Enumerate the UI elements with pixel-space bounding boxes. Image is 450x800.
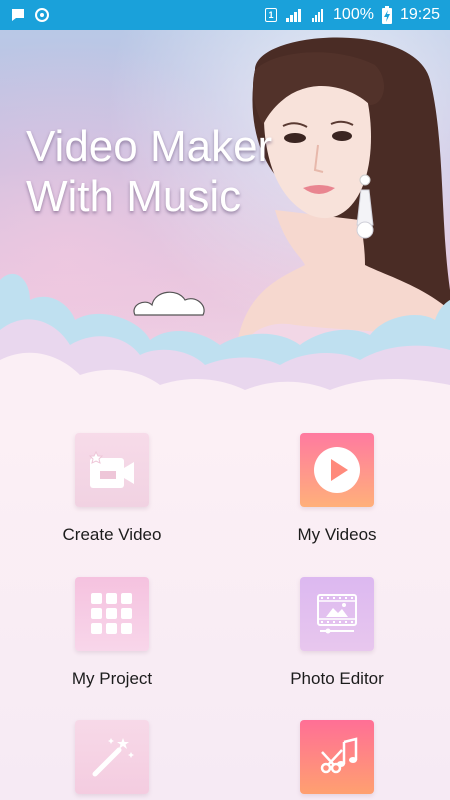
grid-icon	[91, 593, 132, 634]
magic-wand-icon	[92, 738, 134, 777]
sync-notification-icon	[35, 8, 49, 22]
app-title-line2: With Music	[26, 172, 242, 221]
status-bar: 1 100% 19:25	[0, 0, 450, 30]
effects-button[interactable]	[12, 720, 212, 794]
music-cut-button[interactable]	[237, 720, 437, 794]
chat-notification-icon	[12, 9, 24, 21]
my-project-label: My Project	[71, 669, 153, 688]
sim-indicator: 1	[265, 8, 278, 22]
play-icon	[314, 447, 360, 493]
hero-banner: Video Maker With Music	[0, 30, 450, 420]
video-camera-icon	[88, 450, 134, 488]
photo-editor-tile[interactable]	[300, 577, 374, 651]
my-videos-tile[interactable]	[300, 433, 374, 507]
battery-percent: 100%	[333, 6, 374, 23]
create-video-label: Create Video	[62, 525, 162, 544]
my-videos-label: My Videos	[297, 525, 377, 544]
clock: 19:25	[399, 6, 440, 23]
battery-charging-icon	[381, 6, 392, 24]
music-cut-tile[interactable]	[300, 720, 374, 794]
film-image-icon	[317, 594, 357, 634]
my-project-tile[interactable]	[75, 577, 149, 651]
my-project-button[interactable]: My Project	[12, 577, 212, 689]
effects-tile[interactable]	[75, 720, 149, 794]
photo-editor-button[interactable]: Photo Editor	[237, 577, 437, 689]
create-video-button[interactable]: Create Video	[12, 433, 212, 545]
signal-icon	[286, 9, 302, 22]
signal-secondary-icon	[312, 9, 324, 22]
my-videos-button[interactable]: My Videos	[237, 433, 437, 545]
cloud-decoration	[0, 273, 450, 420]
app-title-line1: Video Maker	[26, 122, 273, 171]
create-video-tile[interactable]	[75, 433, 149, 507]
photo-editor-label: Photo Editor	[290, 669, 384, 688]
music-scissors-icon	[320, 737, 358, 774]
app-title: Video Maker With Music	[26, 122, 272, 222]
main-menu: Create Video My Videos My Project Photo …	[0, 420, 450, 800]
